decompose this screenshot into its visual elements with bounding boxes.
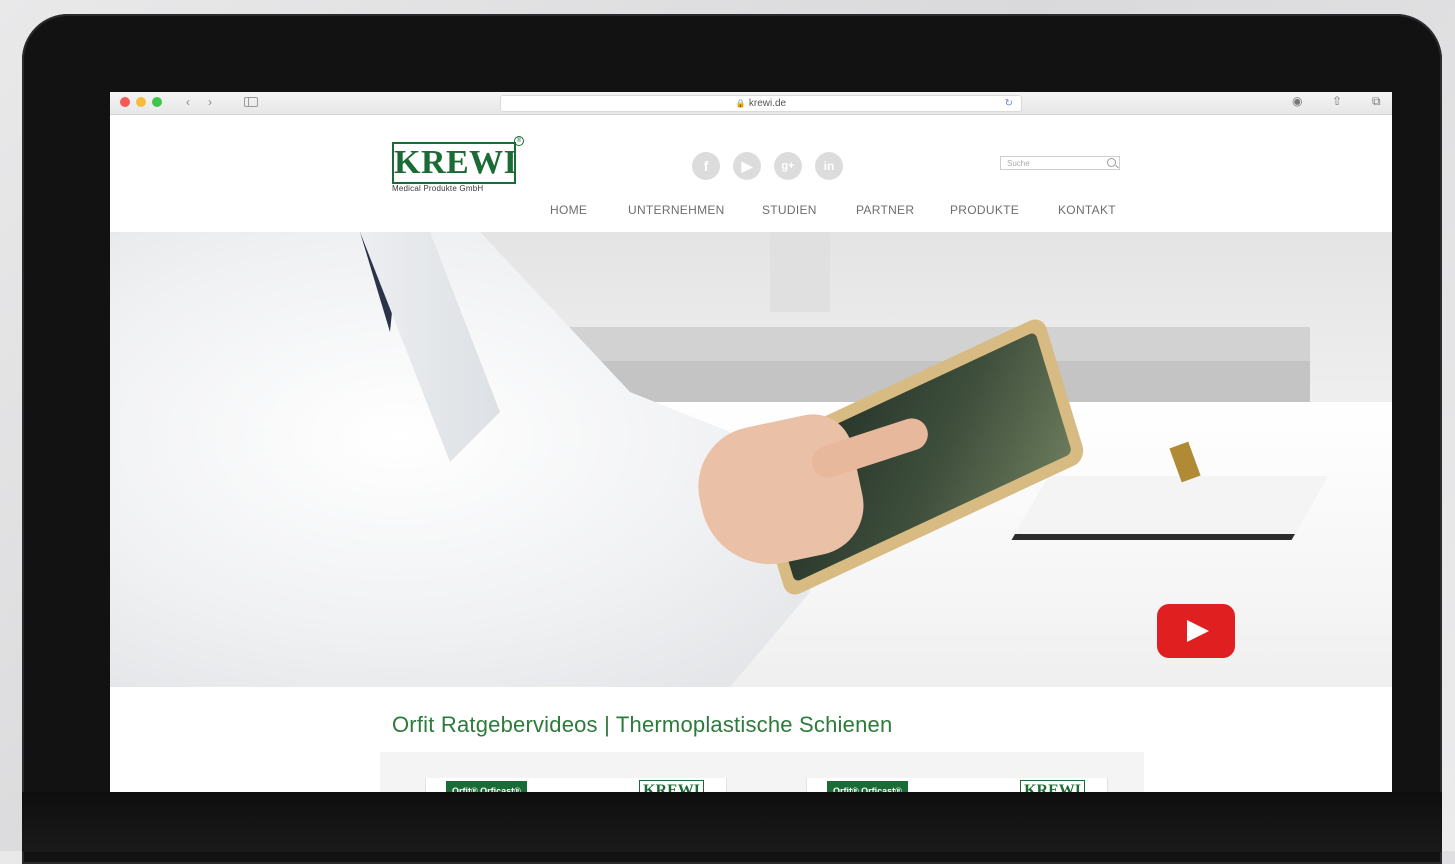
address-bar[interactable]: 🔒 krewi.de ↻ — [500, 95, 1022, 112]
logo-subtitle: Medical Produkte GmbH — [392, 184, 484, 193]
background-shelf — [490, 327, 1310, 361]
share-icon[interactable]: ⇧ — [1332, 94, 1342, 108]
site-logo[interactable]: KREWI — [392, 142, 518, 184]
nav-produkte[interactable]: PRODUKTE — [950, 203, 1019, 217]
browser-window: ‹ › 🔒 krewi.de ↻ ◉ ⇧ ⧉ KREWI ® Medical Pr… — [110, 92, 1392, 804]
address-url: krewi.de — [748, 98, 787, 109]
download-icon[interactable]: ◉ — [1292, 94, 1302, 108]
minimize-window-button[interactable] — [136, 97, 146, 107]
forward-icon[interactable]: › — [208, 95, 212, 109]
close-window-button[interactable] — [120, 97, 130, 107]
logo-registered-mark: ® — [514, 136, 524, 146]
search-input[interactable]: Suche — [1000, 156, 1120, 170]
nav-kontakt[interactable]: KONTAKT — [1058, 203, 1116, 217]
section-title: Orfit Ratgebervideos | Thermoplastische … — [392, 712, 893, 737]
linkedin-icon[interactable]: in — [815, 152, 843, 180]
tabs-icon[interactable]: ⧉ — [1372, 94, 1381, 109]
background-cup — [770, 232, 830, 312]
clipboard — [1011, 476, 1329, 540]
laptop-frame: ‹ › 🔒 krewi.de ↻ ◉ ⇧ ⧉ KREWI ® Medical Pr… — [22, 14, 1442, 864]
play-icon — [1187, 620, 1209, 642]
youtube-play-button[interactable] — [1157, 604, 1235, 658]
google-plus-icon[interactable]: g+ — [774, 152, 802, 180]
nav-studien[interactable]: STUDIEN — [762, 203, 817, 217]
browser-toolbar: ‹ › 🔒 krewi.de ↻ ◉ ⇧ ⧉ — [110, 92, 1392, 115]
search-placeholder: Suche — [1007, 159, 1030, 168]
hero-image — [110, 232, 1392, 687]
sidebar-toggle-icon[interactable] — [244, 97, 258, 107]
search-icon[interactable] — [1107, 158, 1116, 167]
lock-icon: 🔒 — [735, 99, 746, 108]
zoom-window-button[interactable] — [152, 97, 162, 107]
youtube-icon[interactable]: ▶ — [733, 152, 761, 180]
nav-home[interactable]: HOME — [550, 203, 587, 217]
logo-text: KREWI — [394, 144, 518, 181]
reload-icon[interactable]: ↻ — [1005, 96, 1013, 111]
back-icon[interactable]: ‹ — [186, 95, 190, 109]
facebook-icon[interactable]: f — [692, 152, 720, 180]
nav-unternehmen[interactable]: UNTERNEHMEN — [628, 203, 725, 217]
nav-partner[interactable]: PARTNER — [856, 203, 914, 217]
laptop-bottom-bezel — [22, 792, 1442, 852]
